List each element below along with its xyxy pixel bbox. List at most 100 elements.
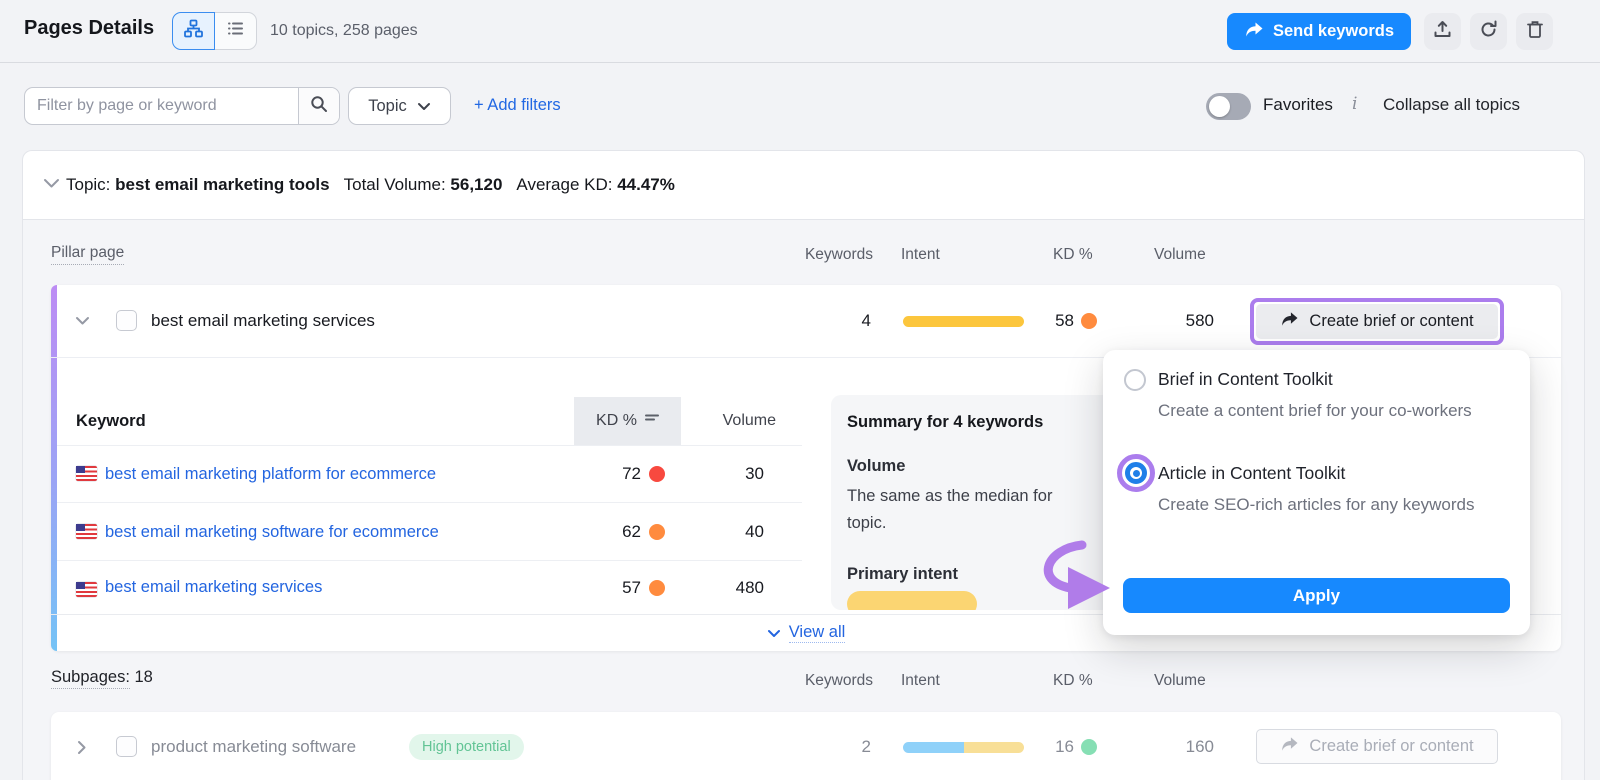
average-kd: Average KD: 44.47% (516, 175, 674, 195)
pillar-volume-value: 580 (1141, 285, 1214, 357)
subpage-intent-bar-informational (903, 742, 964, 753)
subpage-volume-value: 160 (1141, 712, 1214, 780)
topic-label: Topic: best email marketing tools (66, 175, 330, 195)
send-keywords-label: Send keywords (1273, 22, 1394, 41)
create-brief-label: Create brief or content (1309, 737, 1473, 756)
keyword-row: best email marketing platform for ecomme… (57, 445, 802, 503)
primary-intent-label: Primary intent (847, 565, 958, 584)
subpage-card: product marketing software High potentia… (51, 712, 1561, 780)
create-brief-button-disabled[interactable]: Create brief or content (1256, 729, 1498, 764)
subpage-kd-value: 16 (991, 712, 1074, 780)
search-button[interactable] (298, 88, 339, 124)
keyword-kd: 57 (551, 561, 641, 614)
intent-column-header: Intent (901, 672, 940, 690)
keyword-link[interactable]: best email marketing services (105, 561, 322, 614)
favorites-label: Favorites (1263, 95, 1333, 115)
list-view-button[interactable] (214, 12, 257, 50)
subpages-label[interactable]: Subpages: 18 (51, 668, 153, 687)
keyword-kd: 62 (551, 503, 641, 561)
keyword-row: best email marketing services 57 480 (57, 561, 802, 614)
topic-filter-label: Topic (368, 97, 407, 116)
annotation-highlight-ring (1117, 454, 1155, 492)
page-title: Pages Details (24, 17, 154, 40)
search-input[interactable] (25, 88, 298, 124)
hierarchy-view-button[interactable] (172, 12, 215, 50)
keyword-kd: 72 (551, 445, 641, 503)
keyword-volume: 40 (681, 503, 764, 561)
topic-collapse-chevron-icon[interactable] (43, 178, 60, 189)
send-keywords-button[interactable]: Send keywords (1227, 13, 1411, 50)
pages-details-screen: Pages Details 10 topics, 258 pages Send … (0, 0, 1600, 780)
collapse-all-topics[interactable]: Collapse all topics (1383, 95, 1520, 115)
delete-button[interactable] (1516, 13, 1553, 50)
chevron-down-icon (417, 102, 431, 111)
kd-sort-label: KD % (596, 412, 637, 430)
kd-dot (649, 524, 665, 540)
subpage-row-checkbox[interactable] (116, 736, 137, 757)
summary-volume-label: Volume (847, 457, 905, 476)
hierarchy-view-icon (184, 19, 203, 43)
chevron-down-icon (767, 629, 781, 638)
export-button[interactable] (1424, 13, 1461, 50)
volume-column-header: Volume (1154, 246, 1206, 264)
annotation-arrow (1030, 537, 1130, 617)
kd-dot (1081, 313, 1097, 329)
annotation-highlight-border: Create brief or content (1250, 298, 1504, 345)
create-brief-button[interactable]: Create brief or content (1256, 304, 1498, 339)
sort-descending-icon (645, 412, 659, 430)
summary-volume-text: topic. (847, 514, 886, 533)
subpage-expand-chevron-icon[interactable] (77, 740, 87, 755)
brief-radio[interactable] (1124, 369, 1146, 391)
keyword-row: best email marketing software for ecomme… (57, 503, 802, 561)
keyword-volume-header: Volume (676, 397, 776, 445)
info-icon[interactable]: i (1352, 94, 1357, 114)
us-flag-icon (76, 466, 97, 481)
keyword-volume: 30 (681, 445, 764, 503)
subpage-name[interactable]: product marketing software (151, 712, 356, 780)
pillar-page-header[interactable]: Pillar page (51, 244, 124, 265)
pillar-keywords-count: 4 (801, 285, 871, 357)
primary-intent-pill (847, 591, 977, 610)
kd-sort-header[interactable]: KD % (574, 397, 681, 445)
create-brief-label: Create brief or content (1309, 312, 1473, 331)
top-header: Pages Details 10 topics, 258 pages Send … (0, 0, 1600, 63)
intent-column-header: Intent (901, 246, 940, 264)
forward-arrow-icon (1244, 21, 1264, 43)
article-radio-selected[interactable] (1125, 462, 1147, 484)
list-view-icon (226, 19, 245, 43)
keyword-volume: 480 (681, 561, 764, 614)
brief-option-label[interactable]: Brief in Content Toolkit (1158, 369, 1333, 390)
refresh-button[interactable] (1470, 13, 1507, 50)
keyword-link[interactable]: best email marketing software for ecomme… (105, 503, 439, 561)
favorites-toggle[interactable] (1206, 93, 1251, 120)
kd-dot (649, 580, 665, 596)
view-all-link[interactable]: View all (789, 623, 846, 643)
high-potential-badge: High potential (409, 734, 524, 760)
search-group (24, 87, 340, 125)
keywords-column-header: Keywords (773, 672, 873, 690)
us-flag-icon (76, 582, 97, 597)
view-toggle (172, 12, 257, 50)
article-option-label[interactable]: Article in Content Toolkit (1158, 463, 1345, 484)
apply-button[interactable]: Apply (1123, 578, 1510, 613)
volume-column-header: Volume (1154, 672, 1206, 690)
trash-icon (1526, 20, 1544, 44)
topic-name: best email marketing tools (115, 175, 329, 194)
toggle-knob (1209, 96, 1230, 117)
forward-arrow-icon (1280, 311, 1299, 332)
forward-arrow-icon (1280, 736, 1299, 757)
topic-header: Topic: best email marketing tools Total … (23, 151, 1584, 219)
topics-pages-count: 10 topics, 258 pages (270, 22, 418, 40)
refresh-icon (1479, 20, 1498, 44)
topic-filter-dropdown[interactable]: Topic (348, 87, 451, 125)
keywords-column-header: Keywords (773, 246, 873, 264)
kd-column-header: KD % (1053, 672, 1093, 690)
pillar-row-checkbox[interactable] (116, 310, 137, 331)
summary-title: Summary for 4 keywords (847, 413, 1043, 432)
subpages-count: 18 (135, 668, 153, 686)
add-filters-link[interactable]: + Add filters (474, 96, 561, 115)
pillar-collapse-chevron-icon[interactable] (75, 316, 90, 326)
search-icon (310, 95, 328, 118)
pillar-page-name[interactable]: best email marketing services (151, 285, 375, 357)
keyword-link[interactable]: best email marketing platform for ecomme… (105, 445, 436, 503)
